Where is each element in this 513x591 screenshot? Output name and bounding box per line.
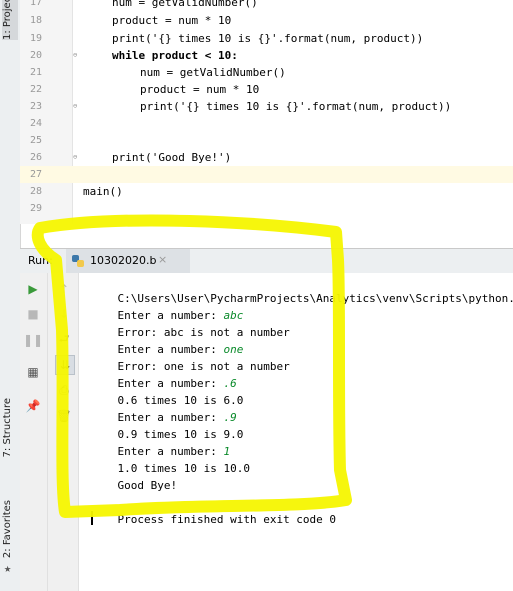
console-line: 0.6 times 10 is 6.0 (117, 394, 244, 407)
console-line: Enter a number: .9 (117, 411, 237, 424)
code-line: 19 print('{} times 10 is {}'.format(num,… (29, 32, 424, 45)
console-line: Good Bye! (117, 479, 178, 492)
pause-icon[interactable]: ❚❚ (23, 331, 43, 349)
arrow-down-icon[interactable]: ↓ (55, 305, 73, 323)
console-line: Error: one is not a number (117, 360, 290, 373)
close-tab-icon[interactable]: × (158, 253, 167, 266)
stop-icon[interactable]: ■ (24, 305, 42, 323)
code-text: print('Good Bye!') (112, 151, 232, 164)
soft-wrap-icon[interactable]: ⮐ (55, 331, 73, 349)
console-line: Enter a number: 1 (117, 445, 231, 458)
code-text: product = num * 10 (140, 83, 260, 96)
code-editor[interactable]: 17 num = getValidNumber() 18 product = n… (20, 0, 513, 224)
run-console[interactable]: C:\Users\User\PycharmProjects\Analytics\… (79, 273, 513, 591)
code-line: 22 product = num * 10 (29, 83, 260, 96)
trash-icon[interactable]: 🗑 (55, 407, 73, 425)
fold-marker-icon[interactable]: ⊖ (73, 149, 77, 166)
structure-tool-tab[interactable]: 7: Structure (2, 398, 18, 457)
run-label: Run: (28, 254, 53, 267)
fold-marker-icon[interactable]: ⊖ (73, 98, 77, 115)
code-text: num = getValidNumber() (140, 66, 286, 79)
code-text: print('{} times 10 is {}'.format(num, pr… (140, 100, 452, 113)
code-text: main() (83, 185, 123, 198)
favorites-tool-tab[interactable]: 2: Favorites (2, 500, 18, 558)
run-config-tab[interactable]: 10302020.b × (66, 249, 190, 275)
fold-marker-icon[interactable]: ⊖ (73, 47, 77, 64)
console-line: Enter a number: one (117, 343, 244, 356)
python-file-icon (72, 255, 84, 267)
text-caret (91, 511, 93, 525)
code-line: 17 num = getValidNumber() (20, 0, 513, 11)
run-toolbar-secondary: ↑ ↓ ⮐ ⇊ ⎙ 🗑 (48, 273, 79, 591)
run-toolbar-primary: ▶ ■ ❚❚ ▦ 📌 (20, 273, 48, 591)
console-line: Error: abc is not a number (117, 326, 290, 339)
project-tool-tab[interactable]: 1: Project (2, 0, 18, 40)
code-text: product = num * 10 (112, 14, 232, 27)
code-line: 28 main() (29, 185, 123, 198)
console-line: 1.0 times 10 is 10.0 (117, 462, 250, 475)
code-text: print('{} times 10 is {}'.format(num, pr… (112, 32, 424, 45)
console-exit-line: Process finished with exit code 0 (117, 513, 337, 526)
rerun-icon[interactable]: ▶ (24, 280, 42, 298)
console-line: Enter a number: abc (117, 309, 244, 322)
console-line: 0.9 times 10 is 9.0 (117, 428, 244, 441)
code-line: 18 product = num * 10 (29, 14, 232, 27)
code-line: 29 (29, 203, 42, 214)
print-icon[interactable]: ⎙ (55, 381, 73, 399)
pin-icon[interactable]: 📌 (24, 397, 42, 415)
code-line: 23 ⊖ print('{} times 10 is {}'.format(nu… (29, 98, 452, 115)
scroll-to-end-icon[interactable]: ⇊ (55, 355, 75, 375)
code-text: while product < 10: (112, 49, 238, 62)
code-line: 25 (29, 135, 42, 146)
code-line: 20 ⊖ while product < 10: (29, 47, 238, 64)
layout-icon[interactable]: ▦ (24, 363, 42, 381)
left-tool-strip: 1: Project 7: Structure 2: Favorites ★ (0, 0, 21, 591)
arrow-up-icon[interactable]: ↑ (55, 280, 73, 298)
star-icon[interactable]: ★ (4, 561, 11, 575)
code-text: num = getValidNumber() (112, 0, 258, 9)
code-line: 21 num = getValidNumber() (29, 66, 286, 79)
run-tab-label: 10302020.b (90, 254, 157, 267)
console-line: Enter a number: .6 (117, 377, 237, 390)
code-line: 26 ⊖ print('Good Bye!') (29, 149, 232, 166)
code-line-current: 27 (20, 166, 513, 183)
console-line: C:\Users\User\PycharmProjects\Analytics\… (117, 292, 513, 305)
run-tool-window-header: Run: 10302020.b × (20, 248, 513, 275)
code-line: 24 (29, 118, 42, 129)
